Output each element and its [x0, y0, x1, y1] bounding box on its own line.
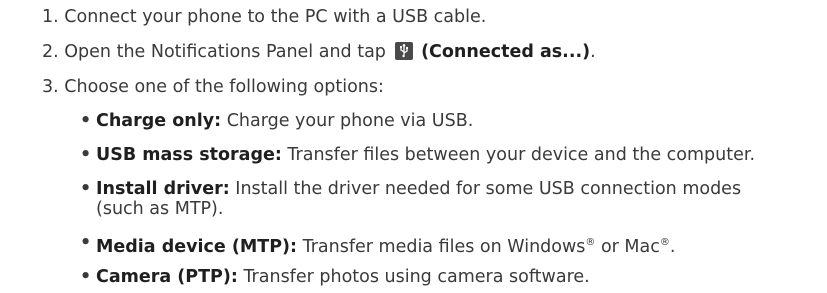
option-charge-only: • Charge only: Charge your phone via USB…: [80, 110, 474, 132]
option-camera: • Camera (PTP): Transfer photos using ca…: [80, 266, 590, 288]
option-text: Charge your phone via USB.: [221, 111, 474, 131]
step-number: 3.: [42, 77, 59, 97]
step-number: 1.: [42, 7, 59, 27]
option-label: Charge only:: [96, 111, 222, 131]
option-text: Install the driver needed for some USB c…: [229, 179, 742, 199]
option-text: Transfer files between your device and t…: [281, 145, 756, 165]
option-label: Camera (PTP):: [96, 267, 238, 287]
option-install-driver: • Install driver: Install the driver nee…: [80, 178, 742, 200]
option-text: Transfer photos using camera software.: [237, 267, 590, 287]
option-text: Transfer media files on Windows: [297, 236, 586, 257]
registered-mark: ®: [659, 237, 670, 248]
option-install-driver-cont: (such as MTP).: [96, 198, 223, 220]
step-text: Choose one of the following options:: [64, 77, 384, 97]
connected-as-label: (Connected as...): [421, 42, 591, 62]
option-label: Install driver:: [96, 179, 230, 199]
step-1: 1. Connect your phone to the PC with a U…: [42, 6, 486, 28]
step-text: Open the Notifications Panel and tap: [64, 42, 392, 62]
bullet: •: [80, 179, 92, 199]
bullet: •: [80, 267, 92, 287]
registered-mark: ®: [585, 237, 596, 248]
option-usb-mass-storage: • USB mass storage: Transfer files betwe…: [80, 144, 756, 166]
option-media-device: • Media device (MTP): Transfer media fil…: [80, 233, 676, 257]
bullet: •: [80, 145, 92, 165]
option-text-continued: (such as MTP).: [96, 199, 224, 219]
bullet: •: [80, 111, 92, 131]
bullet: •: [80, 233, 92, 253]
option-label: Media device (MTP):: [96, 236, 298, 257]
step-text: Connect your phone to the PC with a USB …: [64, 7, 487, 27]
step-3: 3. Choose one of the following options:: [42, 76, 384, 98]
option-label: USB mass storage:: [96, 145, 282, 165]
usb-icon: [395, 42, 414, 60]
step-2: 2. Open the Notifications Panel and tap …: [42, 42, 596, 62]
step-number: 2.: [42, 42, 59, 62]
